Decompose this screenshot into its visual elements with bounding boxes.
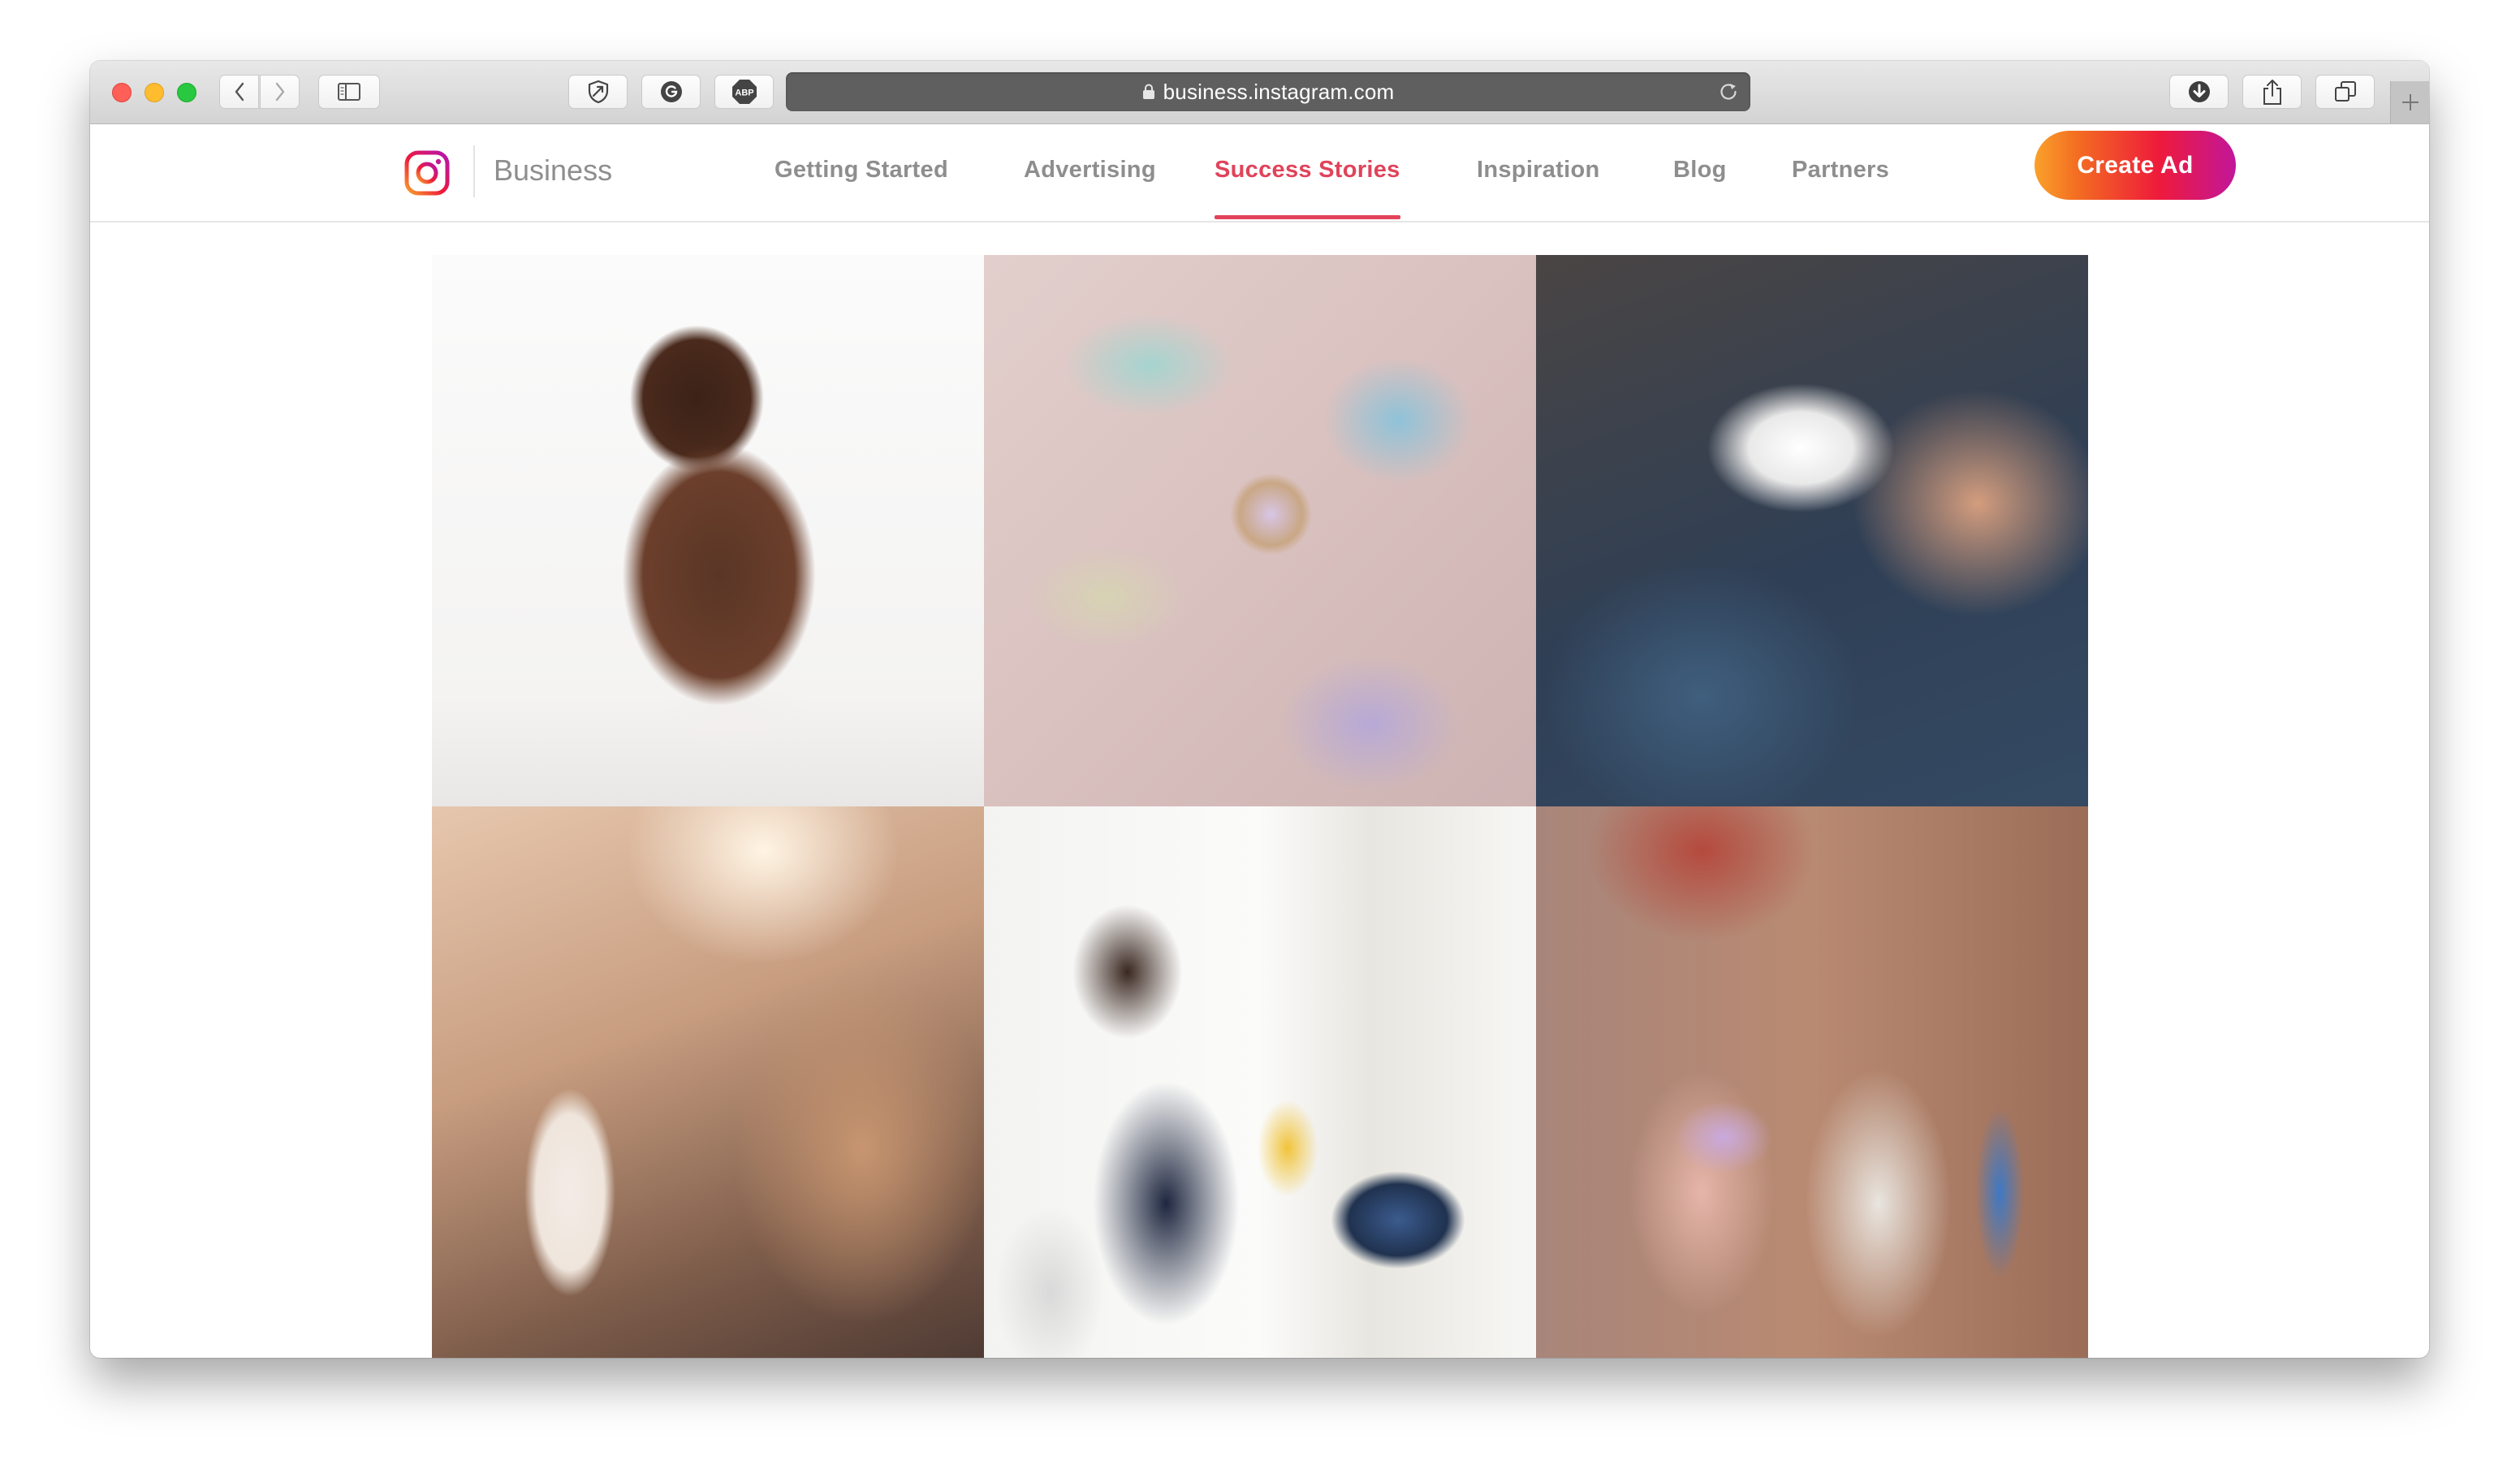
brand-divider [473, 145, 475, 197]
nav-blog[interactable]: Blog [1673, 157, 1727, 184]
chevron-right-icon [275, 82, 284, 102]
nav-partners[interactable]: Partners [1792, 157, 1889, 184]
tabs-overview-button[interactable] [2315, 75, 2375, 109]
success-stories-gallery [432, 255, 2088, 1358]
nav-advertising[interactable]: Advertising [1024, 157, 1156, 184]
woman-laptop-photo[interactable] [984, 806, 1536, 1358]
adblock-plus-extension-button[interactable]: ABP [714, 75, 774, 109]
chevron-left-icon [235, 82, 244, 102]
create-ad-button[interactable]: Create Ad [2035, 131, 2236, 200]
address-bar[interactable]: business.instagram.com [786, 72, 1750, 111]
back-button[interactable] [219, 75, 259, 109]
baby-crawling-photo[interactable] [432, 255, 984, 806]
svg-text:ABP: ABP [735, 89, 753, 98]
minimize-window-button[interactable] [145, 83, 164, 102]
car-water-bottle-photo[interactable] [432, 806, 984, 1358]
reload-icon[interactable] [1718, 81, 1739, 102]
close-window-button[interactable] [112, 83, 132, 102]
sidebar-toggle-button[interactable] [318, 75, 380, 109]
grammarly-extension-button[interactable] [641, 75, 701, 109]
active-tab-indicator [1215, 215, 1400, 219]
shield-icon [588, 80, 608, 104]
share-icon [2263, 80, 2281, 105]
plus-icon [2402, 94, 2419, 110]
fullscreen-window-button[interactable] [177, 83, 196, 102]
tabs-icon [2334, 81, 2356, 102]
opal-ring-photo[interactable] [984, 255, 1536, 806]
lock-icon [1142, 84, 1154, 99]
nav-getting-started[interactable]: Getting Started [775, 157, 948, 184]
download-icon [2188, 81, 2210, 102]
new-tab-button[interactable] [2390, 81, 2429, 123]
instagram-logo-icon[interactable] [403, 149, 451, 197]
yoga-friends-photo[interactable] [1536, 806, 2088, 1358]
downloads-button[interactable] [2169, 75, 2229, 109]
grammarly-icon [660, 81, 682, 102]
share-button[interactable] [2242, 75, 2302, 109]
nav-inspiration[interactable]: Inspiration [1477, 157, 1600, 184]
browser-window: ABP business.instagram.com Business Gett… [90, 61, 2429, 1358]
browser-toolbar: ABP business.instagram.com [90, 61, 2429, 124]
sidebar-icon [338, 83, 360, 101]
site-header: Business Getting Started Advertising Suc… [90, 124, 2429, 223]
url-text: business.instagram.com [1163, 79, 1395, 104]
brand-label: Business [494, 153, 613, 187]
privacy-shield-extension-button[interactable] [568, 75, 628, 109]
phone-streaming-photo[interactable] [1536, 255, 2088, 806]
forward-button[interactable] [260, 75, 300, 109]
nav-success-stories[interactable]: Success Stories [1215, 157, 1400, 184]
adblock-plus-icon: ABP [731, 80, 757, 104]
